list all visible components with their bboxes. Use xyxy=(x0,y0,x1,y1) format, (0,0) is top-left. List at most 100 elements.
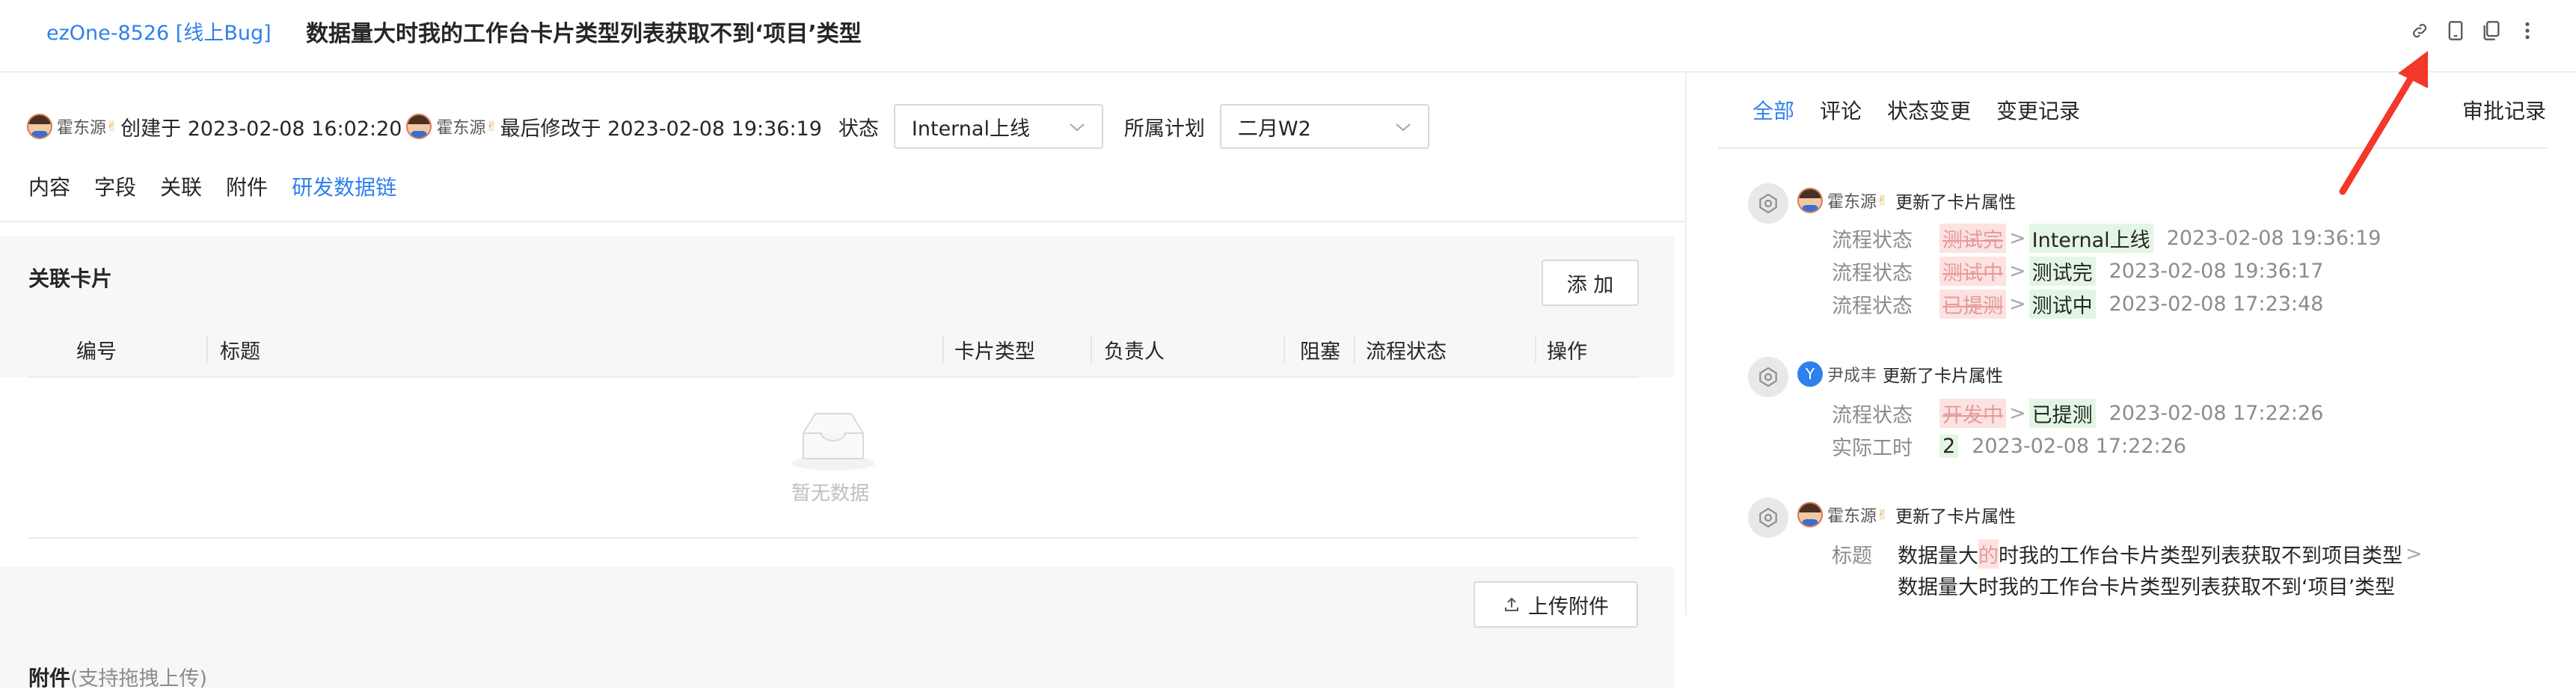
add-related-button[interactable]: 添 加 xyxy=(1542,260,1639,306)
status-value: Internal上线 xyxy=(911,117,1030,141)
tab-change-log[interactable]: 变更记录 xyxy=(1996,95,2080,125)
new-value: 已提测 xyxy=(2028,399,2096,428)
arrow-glyph: > xyxy=(2009,227,2026,250)
tab-fields[interactable]: 字段 xyxy=(94,171,136,201)
top-icon-group xyxy=(2407,18,2540,43)
column-separator xyxy=(1535,336,1536,363)
field-name: 流程状态 xyxy=(1832,229,1913,252)
column-header: 卡片类型 xyxy=(954,340,1035,364)
column-separator xyxy=(1091,336,1092,363)
column-header: 操作 xyxy=(1547,340,1587,364)
modified-time: 最后修改于 2023-02-08 19:36:19 xyxy=(500,117,822,141)
avatar xyxy=(1797,502,1823,527)
plan-label: 所属计划 xyxy=(1123,117,1205,141)
activity-type-icon xyxy=(1748,497,1788,538)
chevron-down-icon xyxy=(1070,123,1085,132)
old-value: 测试完 xyxy=(1939,224,2006,253)
status-select[interactable]: Internal上线 xyxy=(893,104,1103,149)
change-time: 2023-02-08 17:23:48 xyxy=(2109,293,2324,316)
modifier-name: 霍东源 xyxy=(436,119,486,138)
empty-text: 暂无数据 xyxy=(791,483,870,505)
change-row: 流程状态 开发中 > 已提测 2023-02-08 17:22:26 xyxy=(1832,399,2323,428)
upload-attachment-button[interactable]: 上传附件 xyxy=(1473,581,1638,628)
tab-dev-data-chain[interactable]: 研发数据链 xyxy=(292,171,396,201)
activity-panel: 全部 评论 状态变更 变更记录 审批记录 霍东源 ✌ 更新了卡片属性 流程状态 … xyxy=(1688,73,2576,615)
arrow-glyph: > xyxy=(2009,260,2026,283)
column-header: 标题 xyxy=(220,340,260,364)
tab-comments[interactable]: 评论 xyxy=(1820,95,1862,125)
plan-select[interactable]: 二月W2 xyxy=(1219,104,1429,149)
tab-content[interactable]: 内容 xyxy=(28,171,70,201)
new-title: 数据量大时我的工作台卡片类型列表获取不到‘项目’类型 xyxy=(1898,576,2396,599)
page-title: 数据量大时我的工作台卡片类型列表获取不到‘项目’类型 xyxy=(306,21,862,47)
change-row: 流程状态 已提测 > 测试中 2023-02-08 17:23:48 xyxy=(1832,290,2323,319)
activity-verb: 更新了卡片属性 xyxy=(1883,367,2004,386)
avatar xyxy=(406,114,432,139)
divider xyxy=(1718,147,2548,149)
activity-header: Y 尹成丰 更新了卡片属性 xyxy=(1797,361,2003,387)
new-value: 测试完 xyxy=(2028,257,2096,286)
mobile-icon[interactable] xyxy=(2443,18,2468,43)
new-value: Internal上线 xyxy=(2028,224,2153,253)
created-time: 创建于 2023-02-08 16:02:20 xyxy=(120,117,402,141)
change-row: 流程状态 测试中 > 测试完 2023-02-08 19:36:17 xyxy=(1832,257,2323,286)
tab-attachments[interactable]: 附件 xyxy=(226,171,268,201)
plan-value: 二月W2 xyxy=(1237,117,1311,141)
empty-inbox-icon xyxy=(791,413,875,471)
old-title-pre: 数据量大 xyxy=(1898,545,1978,568)
column-header: 流程状态 xyxy=(1366,340,1447,364)
change-time: 2023-02-08 17:22:26 xyxy=(1972,435,2186,458)
attachments-section xyxy=(0,566,1674,688)
hand-icon: ✌ xyxy=(1877,506,1889,523)
field-name: 实际工时 xyxy=(1832,437,1913,460)
related-cards-title: 关联卡片 xyxy=(28,266,113,291)
new-value: 2 xyxy=(1939,435,1959,458)
arrow-glyph: > xyxy=(2405,542,2423,566)
tab-approval-records[interactable]: 审批记录 xyxy=(2462,95,2546,125)
column-separator xyxy=(1284,336,1285,363)
more-icon[interactable] xyxy=(2515,18,2540,43)
avatar xyxy=(27,114,52,139)
old-title-removed: 的 xyxy=(1978,539,1999,569)
column-separator xyxy=(942,336,944,363)
field-name: 流程状态 xyxy=(1832,295,1913,318)
change-time: 2023-02-08 19:36:17 xyxy=(2109,260,2324,283)
hand-icon: ✌ xyxy=(106,118,118,135)
new-value: 测试中 xyxy=(2028,290,2096,319)
change-time: 2023-02-08 19:36:19 xyxy=(2166,227,2382,250)
avatar: Y xyxy=(1797,361,1823,387)
new-title-row: 数据量大时我的工作台卡片类型列表获取不到‘项目’类型 xyxy=(1898,571,2395,600)
divider xyxy=(0,221,1687,222)
tab-all[interactable]: 全部 xyxy=(1752,95,1794,125)
change-row: 流程状态 测试完 > Internal上线 2023-02-08 19:36:19 xyxy=(1832,224,2381,253)
old-title-post: 时我的工作台卡片类型列表获取不到项目类型 xyxy=(1999,545,2402,568)
tab-status-changes[interactable]: 状态变更 xyxy=(1887,95,1971,125)
attachments-hint: (支持拖拽上传) xyxy=(70,667,208,691)
old-value: 测试中 xyxy=(1939,257,2006,286)
activity-verb: 更新了卡片属性 xyxy=(1895,507,2017,527)
status-label: 状态 xyxy=(838,117,879,141)
activity-type-icon xyxy=(1748,183,1788,224)
card-id-link[interactable]: ezOne-8526 [线上Bug] xyxy=(46,16,272,46)
activity-type-icon xyxy=(1748,357,1788,397)
hand-icon: ✌ xyxy=(485,118,497,135)
column-header: 负责人 xyxy=(1104,340,1165,364)
attachments-title-text: 附件 xyxy=(28,666,71,691)
tab-relations[interactable]: 关联 xyxy=(160,171,202,201)
activity-verb: 更新了卡片属性 xyxy=(1895,193,2017,212)
activity-tabs: 全部 评论 状态变更 变更记录 xyxy=(1752,95,2080,125)
link-icon[interactable] xyxy=(2407,18,2432,43)
section-tabs: 内容 字段 关联 附件 研发数据链 xyxy=(28,171,396,201)
change-time: 2023-02-08 17:22:26 xyxy=(2109,402,2324,425)
arrow-glyph: > xyxy=(2009,293,2026,316)
card-meta: 霍东源 ✌ 创建于 2023-02-08 16:02:20 霍东源 ✌ 最后修改… xyxy=(27,102,1429,150)
activity-header: 霍东源 ✌ 更新了卡片属性 xyxy=(1797,188,2016,213)
divider xyxy=(28,537,1638,539)
activity-user: 霍东源 xyxy=(1827,507,1877,526)
related-table-header: 编号 标题 卡片类型 负责人 阻塞 流程状态 操作 xyxy=(28,321,1638,378)
activity-user: 尹成丰 xyxy=(1827,367,1877,385)
copy-icon[interactable] xyxy=(2479,18,2504,43)
old-value: 开发中 xyxy=(1939,399,2006,428)
chevron-down-icon xyxy=(1396,123,1411,132)
attachments-title: 附件(支持拖拽上传) xyxy=(28,662,207,692)
